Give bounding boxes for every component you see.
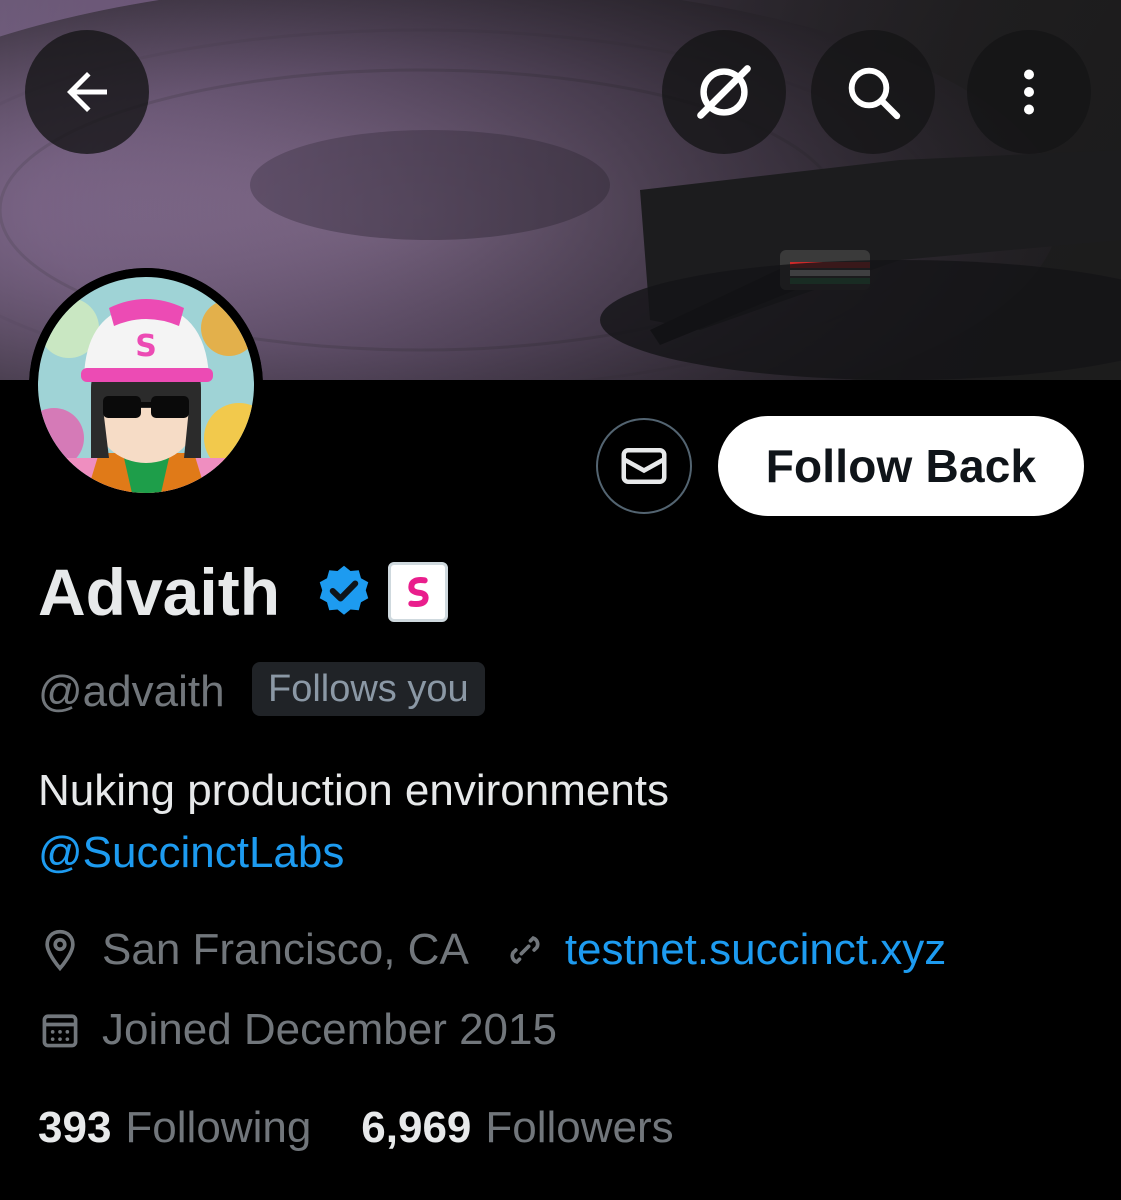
website-link[interactable]: testnet.succinct.xyz (565, 922, 946, 978)
envelope-icon (621, 448, 667, 484)
joined-row: Joined December 2015 (38, 1002, 557, 1058)
location-text: San Francisco, CA (102, 925, 469, 974)
bio: Nuking production environments @Succinct… (38, 760, 669, 884)
following-label: Following (125, 1103, 312, 1152)
succinct-logo-icon (408, 577, 429, 607)
follows-you-badge: Follows you (252, 662, 485, 716)
location-pin-icon (38, 928, 82, 972)
verified-checkmark-icon (319, 565, 369, 615)
handle: @advaith (38, 667, 225, 716)
grok-button[interactable] (662, 30, 786, 154)
followers-count: 6,969 (361, 1103, 472, 1152)
follow-back-button[interactable]: Follow Back (718, 416, 1084, 516)
link-icon (503, 928, 547, 972)
search-icon (848, 67, 901, 120)
verified-badge-icon[interactable] (314, 562, 374, 627)
more-vertical-icon (1024, 69, 1034, 115)
joined-text: Joined December 2015 (102, 1005, 557, 1054)
svg-text:S: S (135, 329, 157, 364)
bio-mention-link[interactable]: @SuccinctLabs (38, 822, 669, 884)
arrow-left-icon (67, 72, 107, 112)
display-name: Advaith (38, 555, 281, 629)
profile-stats: 393 Following 6,969 Followers (38, 1100, 674, 1156)
avatar[interactable]: S (29, 268, 263, 502)
followers-stat[interactable]: 6,969 Followers (361, 1100, 673, 1156)
affiliate-badge[interactable] (388, 562, 448, 622)
slashed-circle-icon (697, 65, 751, 119)
search-button[interactable] (811, 30, 935, 154)
following-stat[interactable]: 393 Following (38, 1100, 311, 1156)
message-button[interactable] (596, 418, 692, 514)
calendar-icon (38, 1008, 82, 1052)
avatar-image: S (29, 268, 263, 502)
followers-label: Followers (485, 1103, 674, 1152)
bio-text: Nuking production environments (38, 766, 670, 815)
back-button[interactable] (25, 30, 149, 154)
more-button[interactable] (967, 30, 1091, 154)
following-count: 393 (38, 1103, 112, 1152)
location-row: San Francisco, CA testnet.succinct.xyz (38, 922, 946, 978)
